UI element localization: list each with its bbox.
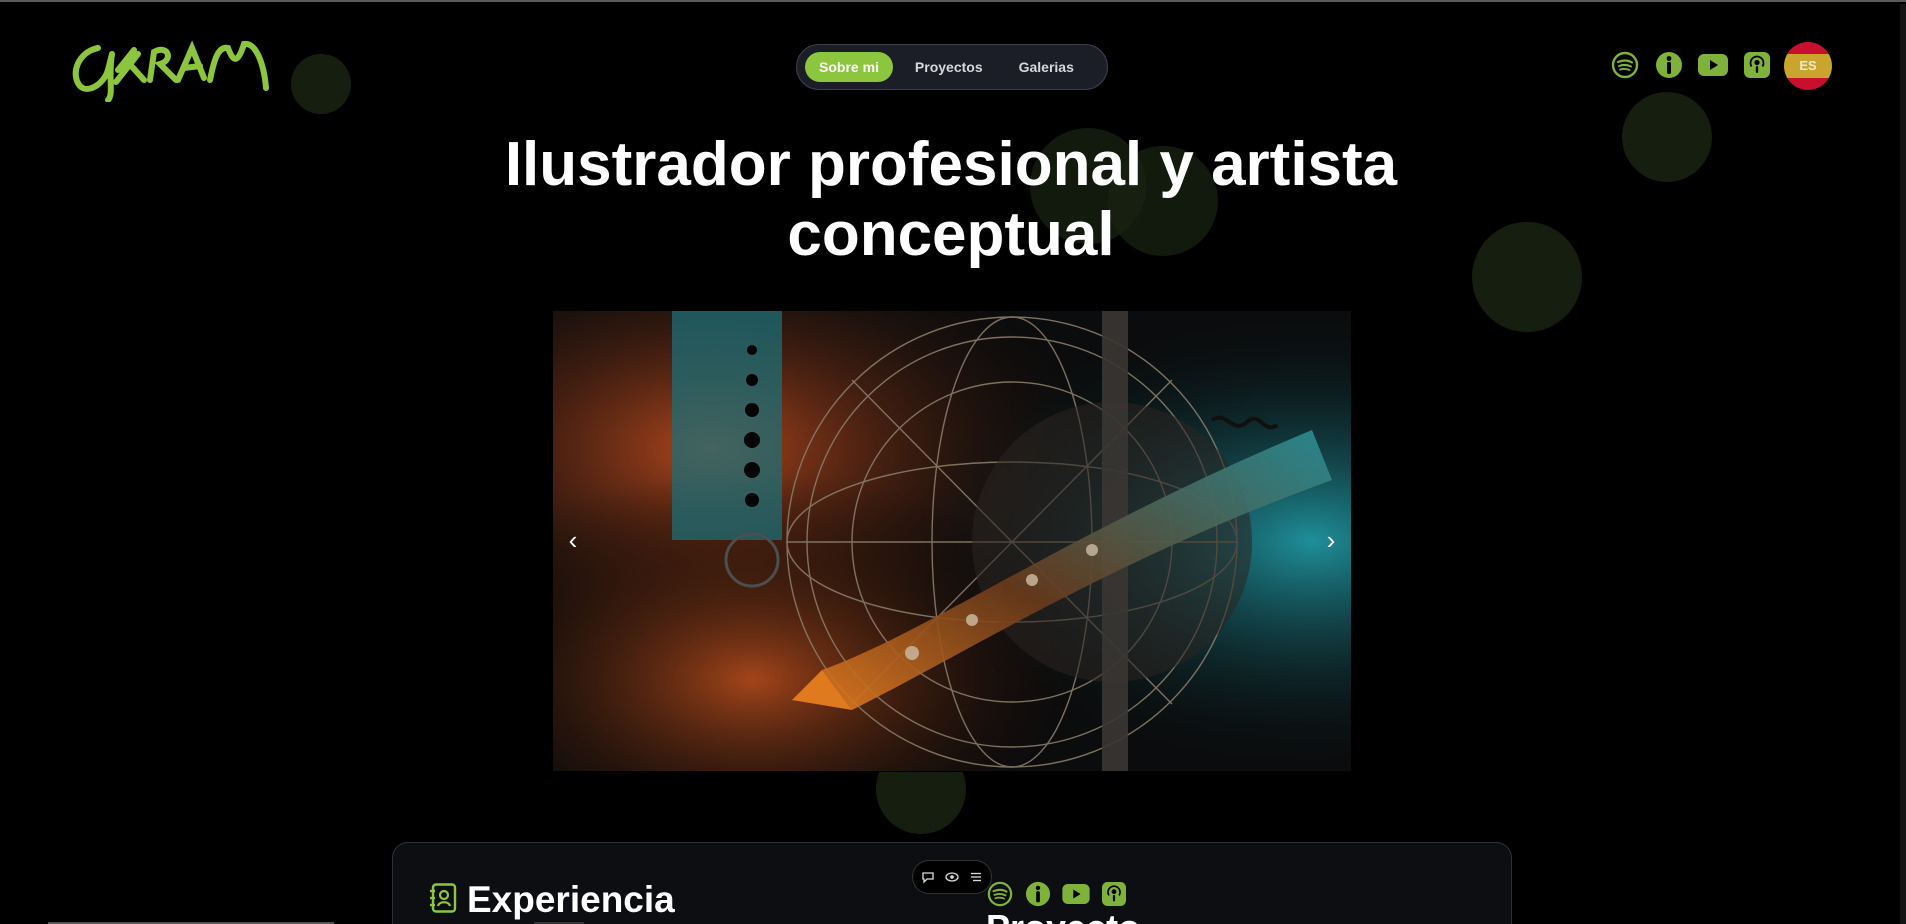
- language-switcher[interactable]: ES: [1784, 42, 1832, 90]
- page-title: Ilustrador profesional y artista concept…: [400, 130, 1502, 270]
- youtube-icon[interactable]: [1698, 50, 1728, 80]
- comment-icon[interactable]: [920, 869, 936, 885]
- social-links: [1610, 50, 1772, 80]
- logo-mark: [72, 40, 269, 103]
- site-logo[interactable]: [68, 34, 274, 103]
- eye-icon[interactable]: [944, 869, 960, 885]
- page-title-line2: conceptual: [787, 200, 1115, 269]
- language-code: ES: [1799, 58, 1817, 73]
- carousel-next-button[interactable]: ›: [1316, 520, 1346, 560]
- page: Sobre mi Proyectos Galerias ES Ilustrado…: [0, 0, 1906, 924]
- carousel-prev-button[interactable]: ‹: [558, 520, 588, 560]
- contact-book-icon: [429, 882, 457, 918]
- nav-item-proyectos[interactable]: Proyectos: [901, 52, 997, 82]
- social-links-secondary: [986, 880, 1128, 908]
- podcast-icon[interactable]: [1742, 50, 1772, 80]
- info-icon[interactable]: [1654, 50, 1684, 80]
- hero-carousel[interactable]: ‹ ›: [552, 310, 1352, 772]
- floating-toolbar: [912, 860, 992, 894]
- experience-heading: Experiencia: [429, 879, 675, 921]
- projects-heading: Proyecto: [986, 906, 1140, 924]
- menu-icon[interactable]: [968, 869, 984, 885]
- decorative-blob: [291, 54, 351, 114]
- nav-item-sobre-mi[interactable]: Sobre mi: [805, 52, 893, 82]
- podcast-icon[interactable]: [1100, 880, 1128, 908]
- vertical-scrollbar[interactable]: [1900, 4, 1906, 924]
- page-title-line1: Ilustrador profesional y artista: [504, 130, 1398, 199]
- spotify-icon[interactable]: [1610, 50, 1640, 80]
- decorative-blob: [1622, 92, 1712, 182]
- youtube-icon[interactable]: [1062, 880, 1090, 908]
- main-nav: Sobre mi Proyectos Galerias: [796, 44, 1108, 90]
- carousel-artwork: [552, 310, 1352, 772]
- experience-title: Experiencia: [467, 879, 675, 920]
- info-icon[interactable]: [1024, 880, 1052, 908]
- spotify-icon[interactable]: [986, 880, 1014, 908]
- nav-item-galerias[interactable]: Galerias: [1005, 52, 1088, 82]
